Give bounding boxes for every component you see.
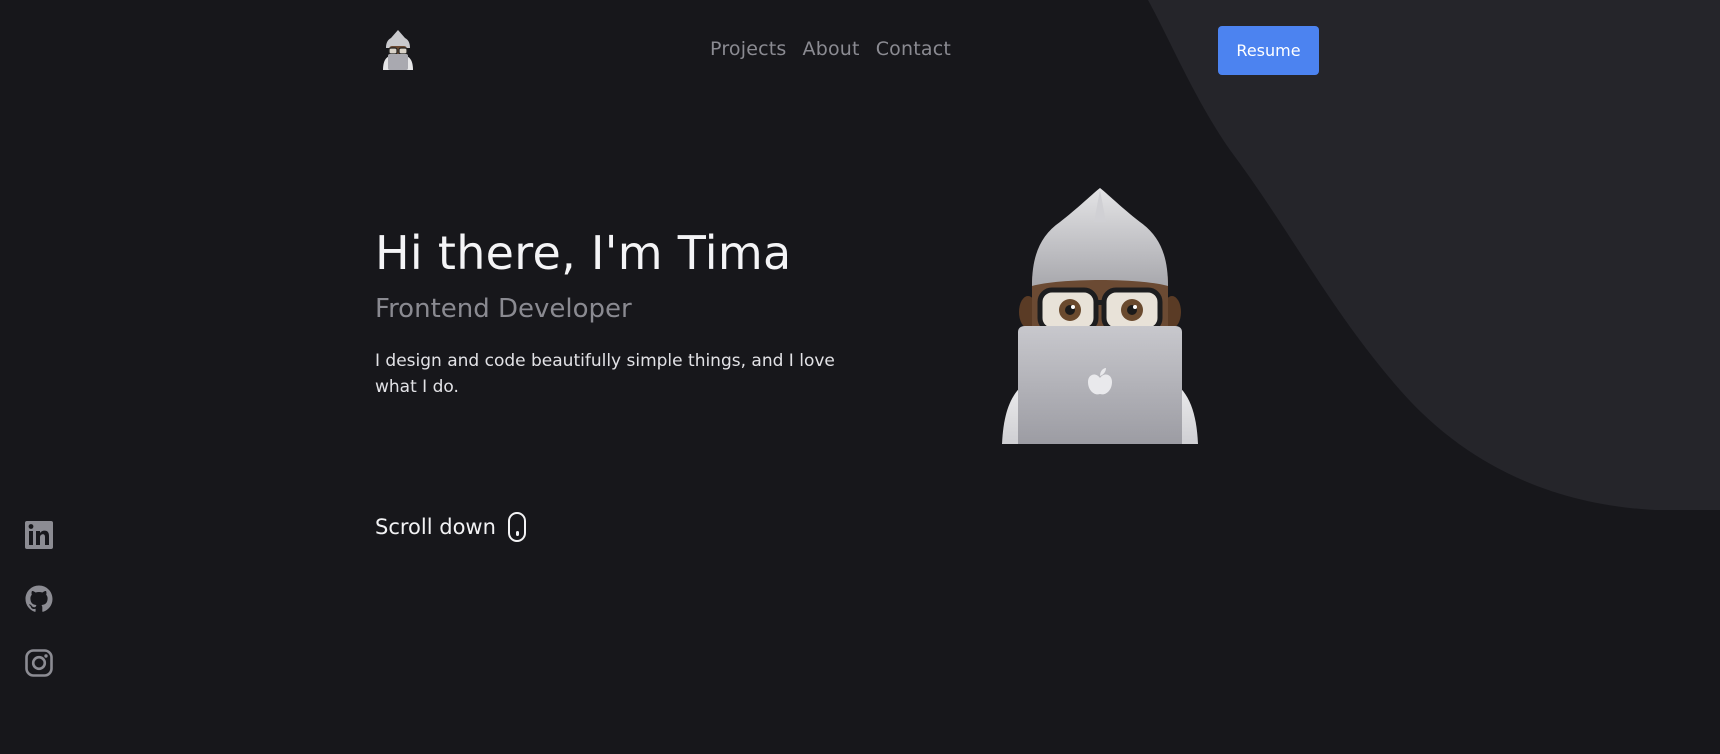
social-links <box>24 520 54 678</box>
scroll-down-link[interactable]: Scroll down <box>375 512 526 542</box>
nav-link-projects[interactable]: Projects <box>710 38 787 60</box>
background-wave <box>1148 0 1720 510</box>
instagram-icon[interactable] <box>24 648 54 678</box>
hero-title: Hi there, I'm Tima <box>375 226 792 280</box>
scroll-down-label: Scroll down <box>375 515 496 539</box>
page: Projects About Contact Resume Hi there, … <box>0 0 1720 754</box>
github-icon[interactable] <box>24 584 54 614</box>
linkedin-icon[interactable] <box>24 520 54 550</box>
memoji-avatar-illustration <box>1002 188 1198 444</box>
resume-button[interactable]: Resume <box>1218 26 1319 75</box>
hero-subtitle: Frontend Developer <box>375 294 632 324</box>
hero-description: I design and code beautifully simple thi… <box>375 351 835 397</box>
main-nav: Projects About Contact <box>710 38 951 60</box>
nav-link-about[interactable]: About <box>803 38 860 60</box>
logo-avatar-icon[interactable] <box>378 28 418 72</box>
nav-link-contact[interactable]: Contact <box>876 38 951 60</box>
mouse-scroll-icon <box>507 512 526 542</box>
